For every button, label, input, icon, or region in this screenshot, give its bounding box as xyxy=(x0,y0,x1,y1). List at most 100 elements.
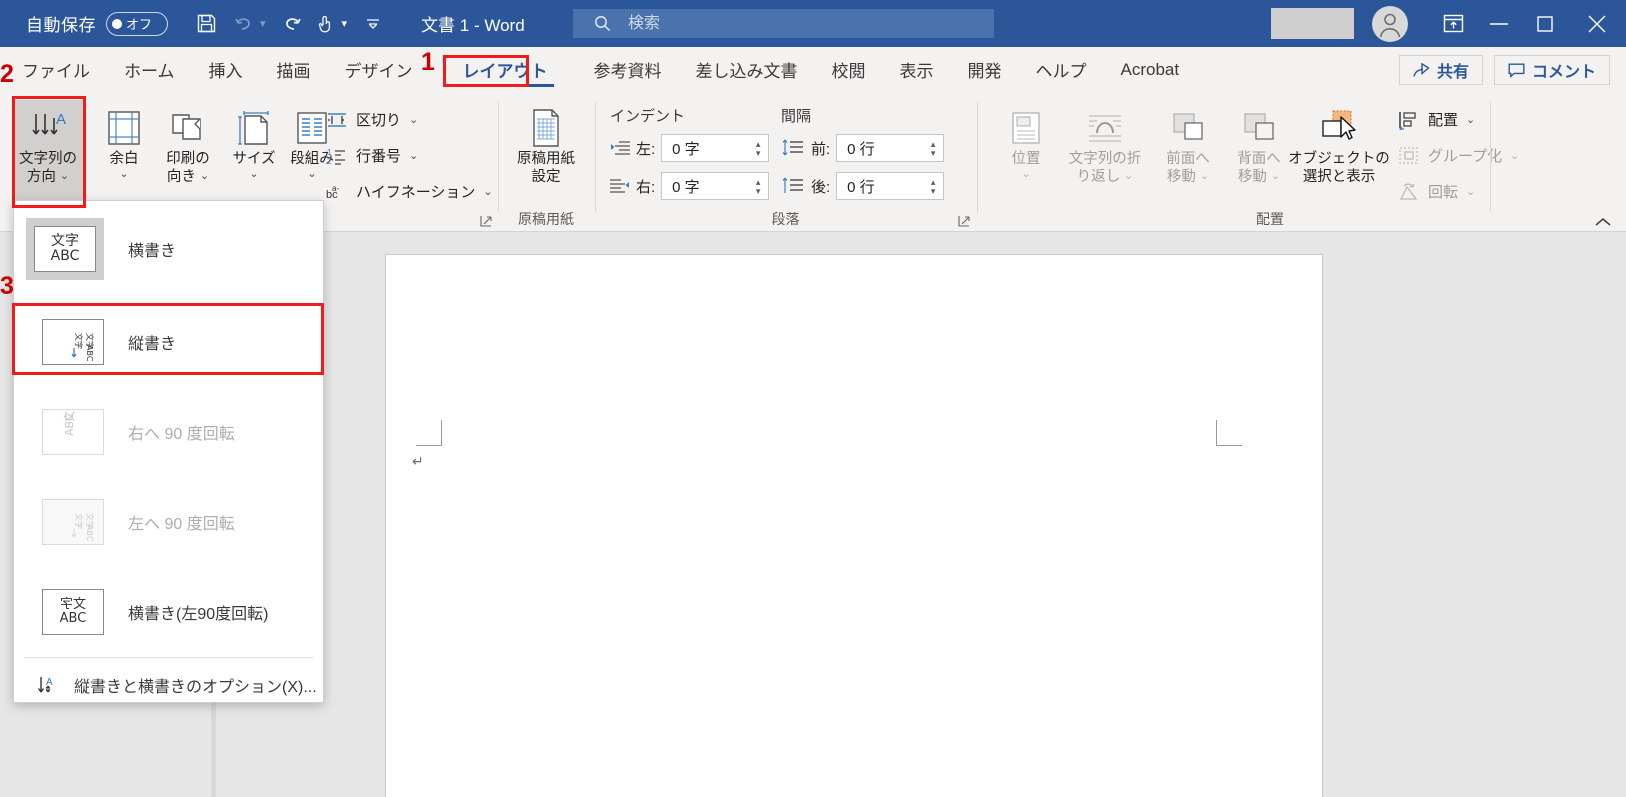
ribbon-button-manuscript-setup-label-1: 原稿用紙 xyxy=(517,151,575,167)
redo-icon[interactable] xyxy=(280,8,302,40)
page-setup-dialog-launcher[interactable] xyxy=(478,213,494,229)
close-button[interactable] xyxy=(1568,0,1626,47)
ribbon-item-rotate[interactable]: 回転 ⌄ xyxy=(1398,178,1475,205)
chevron-down-icon[interactable]: ⌄ xyxy=(1466,185,1475,198)
ribbon-item-group[interactable]: グループ化 ⌄ xyxy=(1398,142,1519,169)
spacing-before-spinner[interactable]: ▴▾ xyxy=(836,134,945,163)
ribbon-button-orientation-label-1: 印刷の xyxy=(166,151,210,167)
spinner-arrows-icon[interactable]: ▴ ▾ xyxy=(927,173,939,201)
search-input[interactable] xyxy=(626,13,926,34)
chevron-down-icon[interactable]: ⌄ xyxy=(1271,170,1280,184)
text-direction-icon: A xyxy=(26,106,70,150)
ribbon-button-orientation-label-2: 向き xyxy=(166,169,196,186)
tab-references[interactable]: 参考資料 xyxy=(577,47,679,92)
hyphenation-icon: bc a- xyxy=(326,182,348,202)
chevron-down-icon[interactable]: ⌄ xyxy=(1021,168,1030,182)
menu-item-vertical-text[interactable]: 文字 ABC 文字 縦書き xyxy=(14,297,323,387)
chevron-down-icon[interactable]: ⌄ xyxy=(307,168,316,182)
tab-layout[interactable]: レイアウト xyxy=(446,47,565,92)
indent-left-spinner[interactable]: ▴▾ xyxy=(661,134,770,163)
chevron-down-icon[interactable]: ⌄ xyxy=(1200,170,1209,184)
chevron-down-icon[interactable]: ⌄ xyxy=(119,168,128,182)
margins-icon xyxy=(105,106,143,150)
comments-label: コメント xyxy=(1531,64,1596,81)
indent-left-label: 左: xyxy=(636,140,656,158)
tab-draw[interactable]: 描画 xyxy=(260,47,328,92)
top-margin-strip xyxy=(216,232,1626,254)
titlebar-right-controls xyxy=(1271,0,1626,47)
paragraph-dialog-launcher[interactable] xyxy=(956,213,972,229)
spinner-arrows-icon[interactable]: ▴ ▾ xyxy=(927,135,939,163)
ribbon-button-bring-forward-label-2: 移動 xyxy=(1166,169,1196,186)
ribbon-button-bring-forward[interactable]: 前面へ 移動 ⌄ xyxy=(1152,100,1224,205)
menu-item-rotate-left-90[interactable]: 文字 ABC 文字 左へ 90 度回転 xyxy=(14,477,323,567)
ribbon-button-wrap-text[interactable]: 文字列の折 り返し ⌄ xyxy=(1060,100,1150,205)
spinner-arrows-icon[interactable]: ▴ ▾ xyxy=(752,135,764,163)
tab-file[interactable]: ファイル xyxy=(0,47,107,92)
ribbon-button-position[interactable]: 位置 ⌄ xyxy=(990,100,1062,205)
tab-design[interactable]: デザイン xyxy=(328,47,430,92)
tab-home[interactable]: ホーム xyxy=(107,47,192,92)
spacing-after-input[interactable] xyxy=(845,176,926,196)
search-box[interactable] xyxy=(573,9,994,38)
breaks-icon xyxy=(326,110,348,130)
chevron-down-icon[interactable]: ⌄ xyxy=(1466,113,1475,126)
collapse-ribbon-button[interactable] xyxy=(1594,217,1612,227)
ribbon-button-manuscript-setup[interactable]: 原稿用紙 設定 xyxy=(510,100,582,205)
chevron-down-icon[interactable]: ⌄ xyxy=(409,149,418,162)
chevron-down-icon[interactable]: ⌄ xyxy=(60,170,69,184)
undo-dropdown-chevron-icon[interactable]: ▾ xyxy=(260,8,266,40)
spinner-arrows-icon[interactable]: ▴ ▾ xyxy=(752,173,764,201)
tab-developer[interactable]: 開発 xyxy=(951,47,1019,92)
menu-item-text-direction-options[interactable]: A 縦書きと横書きのオプション(X)... xyxy=(14,658,323,712)
comments-button[interactable]: コメント xyxy=(1493,55,1610,85)
chevron-down-icon[interactable]: ⌄ xyxy=(1510,149,1519,162)
chevron-down-icon[interactable]: ⌄ xyxy=(249,168,258,182)
ribbon-button-selection-pane[interactable]: オブジェクトの 選択と表示 xyxy=(1284,100,1394,205)
menu-item-rotate-right-90[interactable]: 文字 ABC 右へ 90 度回転 xyxy=(14,387,323,477)
rotate-left-90-icon: 文字 ABC 文字 xyxy=(42,499,104,545)
chevron-down-icon[interactable]: ⌄ xyxy=(409,113,418,126)
tab-mailings[interactable]: 差し込み文書 xyxy=(679,47,815,92)
share-button[interactable]: 共有 xyxy=(1398,55,1483,85)
tab-review[interactable]: 校閲 xyxy=(815,47,883,92)
ribbon-item-align-objects[interactable]: 配置 ⌄ xyxy=(1398,106,1475,133)
indent-left-input[interactable] xyxy=(670,138,751,158)
svg-text:A: A xyxy=(56,111,66,128)
menu-item-text-direction-options-label: 縦書きと横書きのオプション(X)... xyxy=(74,679,317,696)
ribbon-button-orientation[interactable]: 印刷の 向き ⌄ xyxy=(152,100,224,205)
document-page[interactable]: ↵ xyxy=(385,254,1323,797)
save-icon[interactable] xyxy=(196,8,217,40)
autosave-toggle[interactable]: オフ xyxy=(106,11,168,36)
ribbon-item-breaks[interactable]: 区切り ⌄ xyxy=(326,106,418,133)
tab-acrobat[interactable]: Acrobat xyxy=(1104,47,1197,92)
manuscript-grid-icon xyxy=(526,106,566,150)
touch-mode-chevron-icon[interactable]: ▾ xyxy=(342,8,348,40)
tab-view[interactable]: 表示 xyxy=(883,47,951,92)
ribbon-button-margins[interactable]: 余白 ⌄ xyxy=(88,100,160,205)
chevron-down-icon[interactable]: ⌄ xyxy=(483,185,492,198)
menu-item-horizontal-rotate-left-90[interactable]: 文字 ABC 横書き(左90度回転) xyxy=(14,567,323,657)
menu-item-horizontal-text[interactable]: 文字 ABC 横書き xyxy=(14,201,323,297)
spacing-after-spinner[interactable]: ▴▾ xyxy=(836,172,945,201)
tab-help[interactable]: ヘルプ xyxy=(1019,47,1104,92)
indent-right-input[interactable] xyxy=(670,176,751,196)
undo-icon[interactable] xyxy=(234,8,256,40)
ribbon-button-text-direction[interactable]: A 文字列の 方向 ⌄ xyxy=(12,100,84,205)
touch-mode-icon[interactable] xyxy=(316,8,336,40)
margin-corner-top-right xyxy=(1216,420,1242,446)
chevron-down-icon[interactable]: ⌄ xyxy=(200,170,209,184)
customize-qat-icon[interactable] xyxy=(365,8,381,40)
ribbon-tab-bar: ファイル ホーム 挿入 描画 デザイン レイアウト 参考資料 差し込み文書 校閲… xyxy=(0,47,1626,92)
ribbon-item-hyphenation[interactable]: bc a- ハイフネーション ⌄ xyxy=(326,178,493,205)
avatar[interactable] xyxy=(1372,5,1408,42)
tab-insert[interactable]: 挿入 xyxy=(192,47,260,92)
chevron-down-icon[interactable]: ⌄ xyxy=(1124,170,1133,184)
ribbon-item-line-numbers[interactable]: 12 行番号 ⌄ xyxy=(326,142,418,169)
ribbon-group-arrange: 位置 ⌄ 文字列の折 り返し ⌄ 前面へ 移動 ⌄ 背面へ 移動 ⌄ オブジェク… xyxy=(980,92,1519,232)
spacing-before-input[interactable] xyxy=(845,138,926,158)
minimize-button[interactable] xyxy=(1476,0,1522,47)
ribbon-display-options-button[interactable] xyxy=(1430,0,1476,47)
indent-right-spinner[interactable]: ▴▾ xyxy=(661,172,770,201)
maximize-button[interactable] xyxy=(1522,0,1568,47)
